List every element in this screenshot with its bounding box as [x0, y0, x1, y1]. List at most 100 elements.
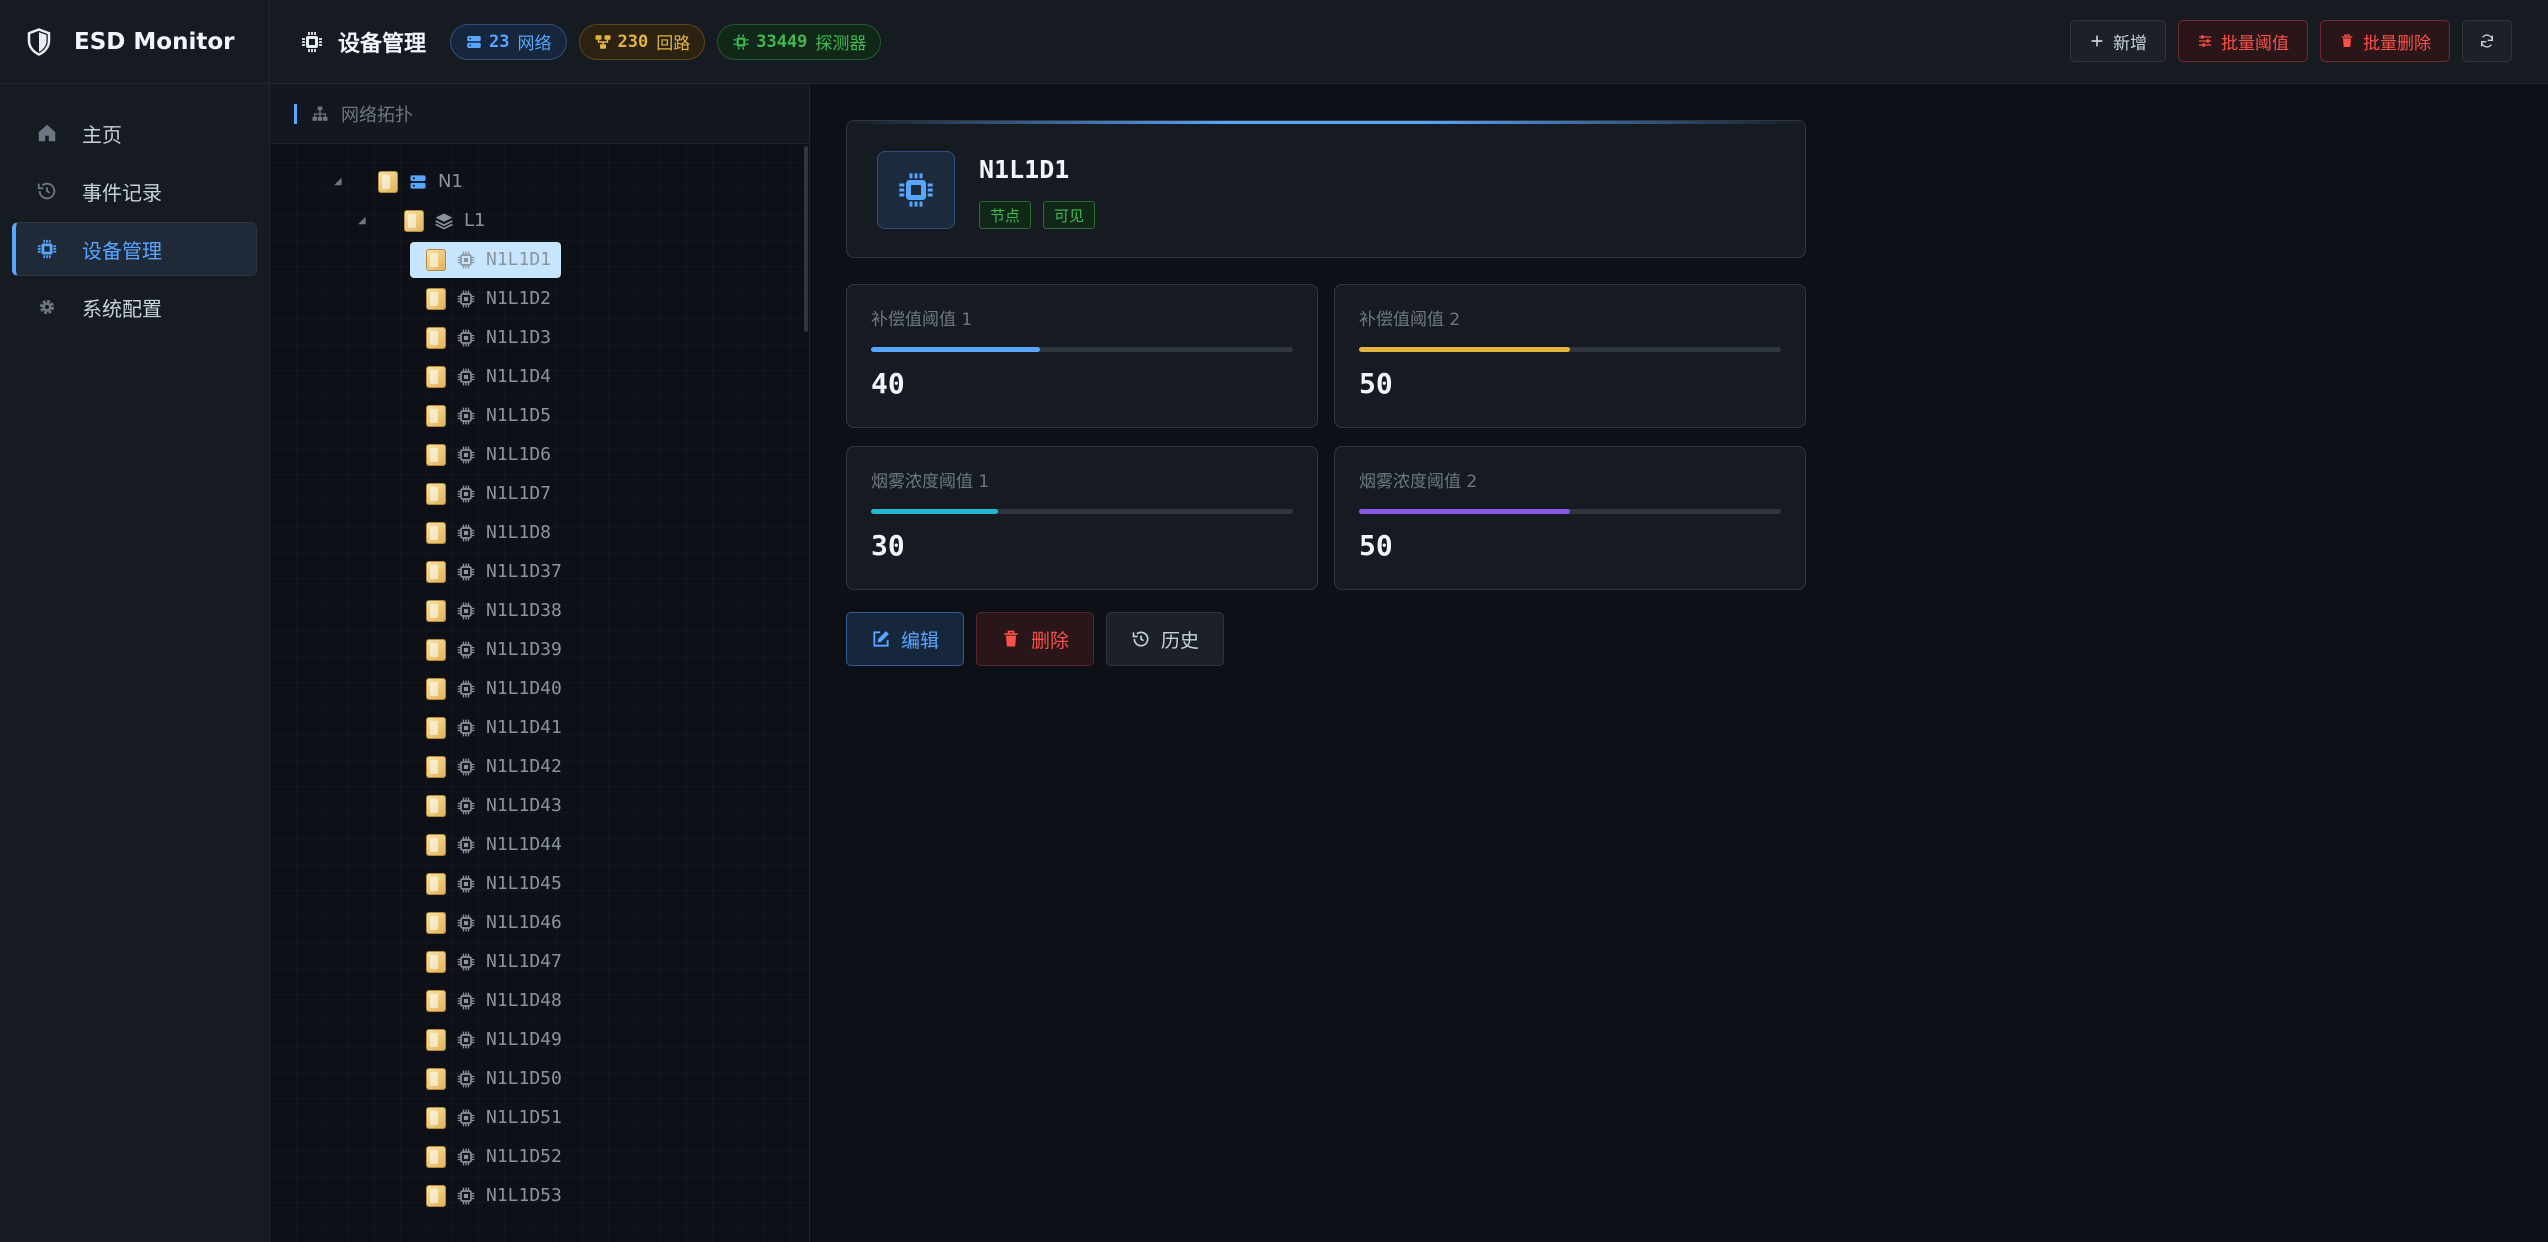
tree-node-device[interactable]: N1L1D51	[270, 1098, 809, 1137]
refresh-button[interactable]	[2462, 20, 2512, 62]
device-detail: N1L1D1 节点 可见 补偿值阈值 1 40 补偿值阈值 2 50 烟雾浓度阈…	[810, 84, 2548, 1242]
chip-icon	[457, 797, 475, 814]
loop-count: 230	[617, 31, 649, 52]
metric-label: 补偿值阈值 1	[871, 310, 973, 330]
tree-node-label: N1L1D6	[486, 444, 552, 465]
sidebar-item-home[interactable]: 主页	[12, 106, 257, 160]
tree-node-device[interactable]: N1L1D40	[270, 669, 809, 708]
tree-node-device[interactable]: N1L1D5	[270, 396, 809, 435]
tree-node-device[interactable]: N1L1D46	[270, 903, 809, 942]
add-button[interactable]: 新增	[2070, 20, 2166, 62]
folder-icon	[426, 287, 446, 310]
sidebar-item-label: 事件记录	[82, 180, 162, 205]
shield-icon	[27, 27, 51, 56]
tree-node-device[interactable]: N1L1D52	[270, 1137, 809, 1176]
history-button-label: 历史	[1161, 629, 1200, 652]
visible-tag: 可见	[1043, 201, 1096, 229]
tree-node-device[interactable]: N1L1D8	[270, 513, 809, 552]
folder-icon	[426, 1067, 446, 1090]
tree-node-device[interactable]: N1L1D1	[270, 240, 809, 279]
sidebar-item-label: 设备管理	[82, 238, 162, 263]
chip-icon	[457, 290, 475, 307]
tree-node-device[interactable]: N1L1D53	[270, 1176, 809, 1215]
top-header: 设备管理 23 网络 230 回路 33449 探测器 新增 批量阈值 批量删除	[270, 0, 2548, 84]
tree-node-label: N1L1D38	[486, 600, 562, 621]
folder-icon	[426, 872, 446, 895]
network-count-badge: 23 网络	[450, 23, 567, 60]
chip-icon	[457, 719, 475, 736]
sidebar-item-devices[interactable]: 设备管理	[12, 222, 257, 276]
folder-icon	[426, 911, 446, 934]
folder-icon	[426, 677, 446, 700]
folder-icon	[426, 248, 446, 271]
tree-node-loop[interactable]: ◢ L1	[270, 201, 809, 240]
device-name: N1L1D1	[979, 155, 1070, 184]
trash-icon	[2341, 34, 2353, 47]
tree-node-device[interactable]: N1L1D41	[270, 708, 809, 747]
chip-icon	[457, 563, 475, 580]
tree-node-device[interactable]: N1L1D2	[270, 279, 809, 318]
detector-count: 33449	[756, 31, 808, 52]
tree-node-label: N1L1D45	[486, 873, 562, 894]
tree-node-label: N1L1D40	[486, 678, 562, 699]
folder-icon	[426, 716, 446, 739]
chip-icon	[733, 34, 749, 49]
chip-icon	[457, 641, 475, 658]
folder-icon	[426, 326, 446, 349]
tree-node-label: N1L1D2	[486, 288, 552, 309]
sidebar-item-settings[interactable]: 系统配置	[12, 280, 257, 334]
history-icon	[37, 182, 56, 200]
device-header-card: N1L1D1 节点 可见	[846, 120, 1806, 258]
network-label: 网络	[517, 34, 552, 54]
app-title: ESD Monitor	[74, 28, 235, 55]
tree-node-device[interactable]: N1L1D3	[270, 318, 809, 357]
tree-node-device[interactable]: N1L1D49	[270, 1020, 809, 1059]
tree-node-label: N1L1D50	[486, 1068, 562, 1089]
device-actions: 编辑 删除 历史	[846, 612, 1236, 666]
sitemap-icon	[312, 106, 328, 121]
chip-icon	[457, 758, 475, 775]
metric-track	[1359, 347, 1781, 352]
tree-node-device[interactable]: N1L1D37	[270, 552, 809, 591]
node-tag: 节点	[979, 201, 1032, 229]
folder-icon	[404, 209, 424, 232]
tree-node-device[interactable]: N1L1D48	[270, 981, 809, 1020]
tree-node-device[interactable]: N1L1D47	[270, 942, 809, 981]
tree-node-device[interactable]: N1L1D42	[270, 747, 809, 786]
metric-card-compensation-2: 补偿值阈值 2 50	[1334, 284, 1806, 428]
batch-delete-button[interactable]: 批量删除	[2320, 20, 2450, 62]
tree-node-device[interactable]: N1L1D44	[270, 825, 809, 864]
tree-node-label: N1L1D42	[486, 756, 562, 777]
tree-node-device[interactable]: N1L1D50	[270, 1059, 809, 1098]
tree-title: 网络拓扑	[341, 104, 413, 126]
tree-node-device[interactable]: N1L1D45	[270, 864, 809, 903]
edit-button[interactable]: 编辑	[846, 612, 965, 666]
tree-node-device[interactable]: N1L1D7	[270, 474, 809, 513]
sidebar-item-events[interactable]: 事件记录	[12, 164, 257, 218]
tree-node-device[interactable]: N1L1D4	[270, 357, 809, 396]
network-count: 23	[489, 31, 510, 52]
tree-node-device[interactable]: N1L1D38	[270, 591, 809, 630]
expand-arrow-icon[interactable]: ◢	[358, 215, 366, 226]
folder-icon	[426, 1028, 446, 1051]
tree-node-network[interactable]: ◢ N1	[270, 162, 809, 201]
chip-icon	[457, 836, 475, 853]
history-button[interactable]: 历史	[1106, 612, 1225, 666]
delete-button[interactable]: 删除	[976, 612, 1095, 666]
batch-threshold-button[interactable]: 批量阈值	[2178, 20, 2308, 62]
tree-node-device[interactable]: N1L1D43	[270, 786, 809, 825]
page-title-text: 设备管理	[338, 31, 427, 57]
metric-value: 50	[1359, 367, 1393, 400]
tree-node-label: N1L1D5	[486, 405, 552, 426]
tree-node-label: N1L1D7	[486, 483, 552, 504]
layers-icon	[435, 213, 453, 229]
detector-label: 探测器	[815, 34, 867, 54]
tree-node-label: N1L1D37	[486, 561, 562, 582]
tree-node-device[interactable]: N1L1D39	[270, 630, 809, 669]
tree-node-device[interactable]: N1L1D6	[270, 435, 809, 474]
tree-node-label: N1L1D47	[486, 951, 562, 972]
chip-icon	[457, 251, 475, 268]
chip-icon	[37, 239, 57, 259]
expand-arrow-icon[interactable]: ◢	[334, 176, 342, 187]
sidebar-nav: 主页 事件记录 设备管理 系统配置	[0, 84, 269, 334]
